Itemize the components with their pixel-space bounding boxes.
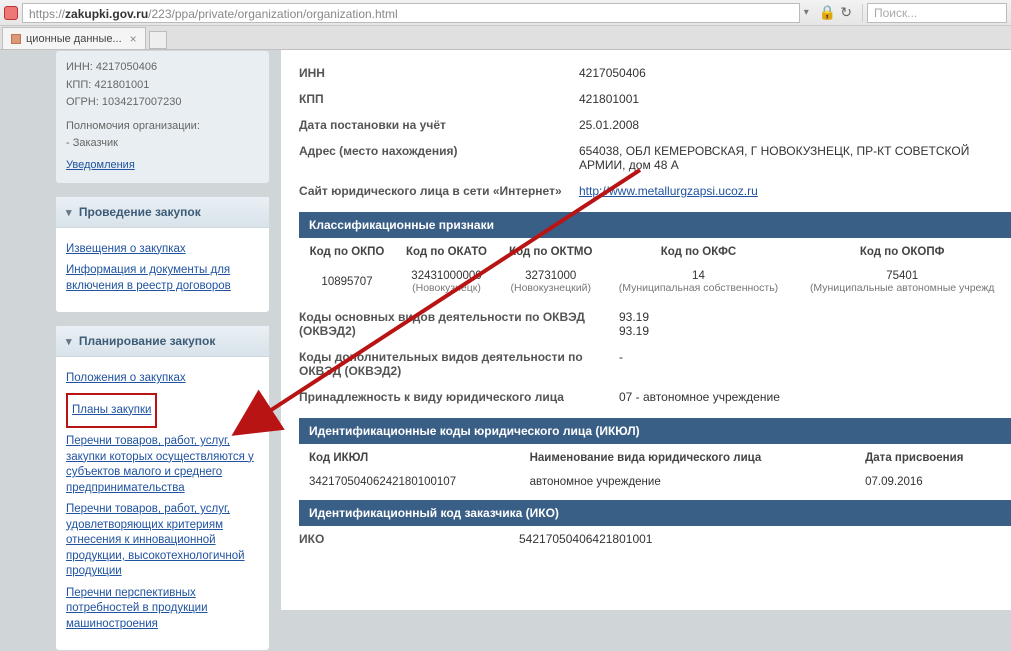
url-scheme: https:// (29, 7, 65, 21)
nav-link-engineering-needs[interactable]: Перечни перспективных потребностей в про… (66, 586, 259, 633)
url-path: /223/ppa/private/organization/organizati… (148, 7, 398, 21)
section-iko: Идентификационный код заказчика (ИКО) (299, 500, 1011, 526)
th-okpo: Код по ОКПО (299, 238, 395, 266)
browser-tab[interactable]: ционные данные... × (2, 27, 146, 49)
nav-link-regulations[interactable]: Положения о закупках (66, 371, 259, 387)
label-inn: ИНН (299, 66, 579, 80)
classification-table: Код по ОКПО Код по ОКАТО Код по ОКТМО Ко… (299, 238, 1011, 298)
td-oktmo: 32731000(Новокузнецкий) (498, 266, 604, 298)
th-okopf: Код по ОКОПФ (793, 238, 1011, 266)
main-content: ИНН4217050406 КПП421801001 Дата постанов… (280, 50, 1011, 610)
summary-kpp: КПП: 421801001 (66, 77, 259, 95)
value-legal-kind: 07 - автономное учреждение (619, 390, 1011, 404)
nav-title-procurement: Проведение закупок (79, 205, 201, 219)
label-website: Сайт юридического лица в сети «Интернет» (299, 184, 579, 198)
th-ikul-code: Код ИКЮЛ (299, 444, 524, 472)
browser-search-input[interactable]: Поиск... (867, 3, 1007, 23)
nav-link-notices[interactable]: Извещения о закупках (66, 242, 259, 258)
value-website-link[interactable]: http://www.metallurgzapsi.ucoz.ru (579, 184, 758, 198)
label-iko: ИКО (299, 532, 519, 546)
td-okfs: 14(Муниципальная собственность) (604, 266, 794, 298)
site-favicon (4, 6, 18, 20)
nav-link-purchase-plans[interactable]: Планы закупки (72, 403, 151, 419)
value-inn: 4217050406 (579, 66, 1011, 80)
browser-address-bar: https://zakupki.gov.ru/223/ppa/private/o… (0, 0, 1011, 26)
section-ikul: Идентификационные коды юридического лица… (299, 418, 1011, 444)
value-address: 654038, ОБЛ КЕМЕРОВСКАЯ, Г НОВОКУЗНЕЦК, … (579, 144, 1011, 172)
td-okato: 32431000000(Новокузнецк) (395, 266, 498, 298)
org-summary-card: ИНН: 4217050406 КПП: 421801001 ОГРН: 103… (55, 50, 270, 184)
nav-head-procurement[interactable]: ▾ Проведение закупок (56, 197, 269, 228)
label-reg-date: Дата постановки на учёт (299, 118, 579, 132)
nav-head-planning[interactable]: ▾ Планирование закупок (56, 326, 269, 357)
nav-block-planning: ▾ Планирование закупок Положения о закуп… (55, 325, 270, 651)
label-okved-extra: Коды дополнительных видов деятельности п… (299, 350, 619, 378)
section-classification: Классификационные признаки (299, 212, 1011, 238)
summary-powers-value: - Заказчик (66, 135, 259, 153)
url-domain: zakupki.gov.ru (65, 7, 148, 21)
th-okato: Код по ОКАТО (395, 238, 498, 266)
tab-title: ционные данные... (26, 33, 122, 45)
th-oktmo: Код по ОКТМО (498, 238, 604, 266)
browser-tab-strip: ционные данные... × (0, 26, 1011, 50)
label-kpp: КПП (299, 92, 579, 106)
value-kpp: 421801001 (579, 92, 1011, 106)
value-reg-date: 25.01.2008 (579, 118, 1011, 132)
collapse-icon: ▾ (66, 336, 72, 348)
ikul-table: Код ИКЮЛ Наименование вида юридического … (299, 444, 1011, 492)
notifications-link[interactable]: Уведомления (66, 157, 135, 175)
nav-title-planning: Планирование закупок (79, 334, 215, 348)
summary-powers-label: Полномочия организации: (66, 118, 259, 136)
summary-inn: ИНН: 4217050406 (66, 59, 259, 77)
label-okved-main: Коды основных видов деятельности по ОКВЭ… (299, 310, 619, 338)
annotation-highlight: Планы закупки (66, 393, 157, 429)
th-ikul-date: Дата присвоения (859, 444, 1011, 472)
new-tab-button[interactable] (149, 31, 167, 49)
label-address: Адрес (место нахождения) (299, 144, 579, 172)
lock-icon[interactable]: 🔒 (819, 4, 836, 21)
td-ikul-code: 34217050406242180100107 (299, 472, 524, 492)
th-ikul-name: Наименование вида юридического лица (524, 444, 860, 472)
nav-link-innovation-lists[interactable]: Перечни товаров, работ, услуг, удовлетво… (66, 502, 259, 580)
summary-ogrn: ОГРН: 1034217007230 (66, 94, 259, 112)
td-ikul-date: 07.09.2016 (859, 472, 1011, 492)
url-dropdown-icon[interactable]: ▾ (800, 7, 813, 18)
value-okved-main: 93.19 93.19 (619, 310, 1011, 338)
th-okfs: Код по ОКФС (604, 238, 794, 266)
tab-favicon (11, 34, 21, 44)
value-iko: 54217050406421801001 (519, 532, 1011, 546)
nav-link-contracts-registry[interactable]: Информация и документы для включения в р… (66, 263, 259, 294)
url-field[interactable]: https://zakupki.gov.ru/223/ppa/private/o… (22, 3, 800, 23)
refresh-icon[interactable]: ↻ (840, 4, 852, 21)
value-okved-extra: - (619, 350, 1011, 378)
td-ikul-name: автономное учреждение (524, 472, 860, 492)
nav-link-sme-lists[interactable]: Перечни товаров, работ, услуг, закупки к… (66, 434, 259, 496)
nav-block-procurement: ▾ Проведение закупок Извещения о закупка… (55, 196, 270, 314)
collapse-icon: ▾ (66, 207, 72, 219)
td-okpo: 10895707 (299, 266, 395, 298)
label-legal-kind: Принадлежность к виду юридического лица (299, 390, 619, 404)
divider (862, 4, 863, 22)
td-okopf: 75401(Муниципальные автономные учрежд (793, 266, 1011, 298)
tab-close-icon[interactable]: × (130, 32, 137, 46)
